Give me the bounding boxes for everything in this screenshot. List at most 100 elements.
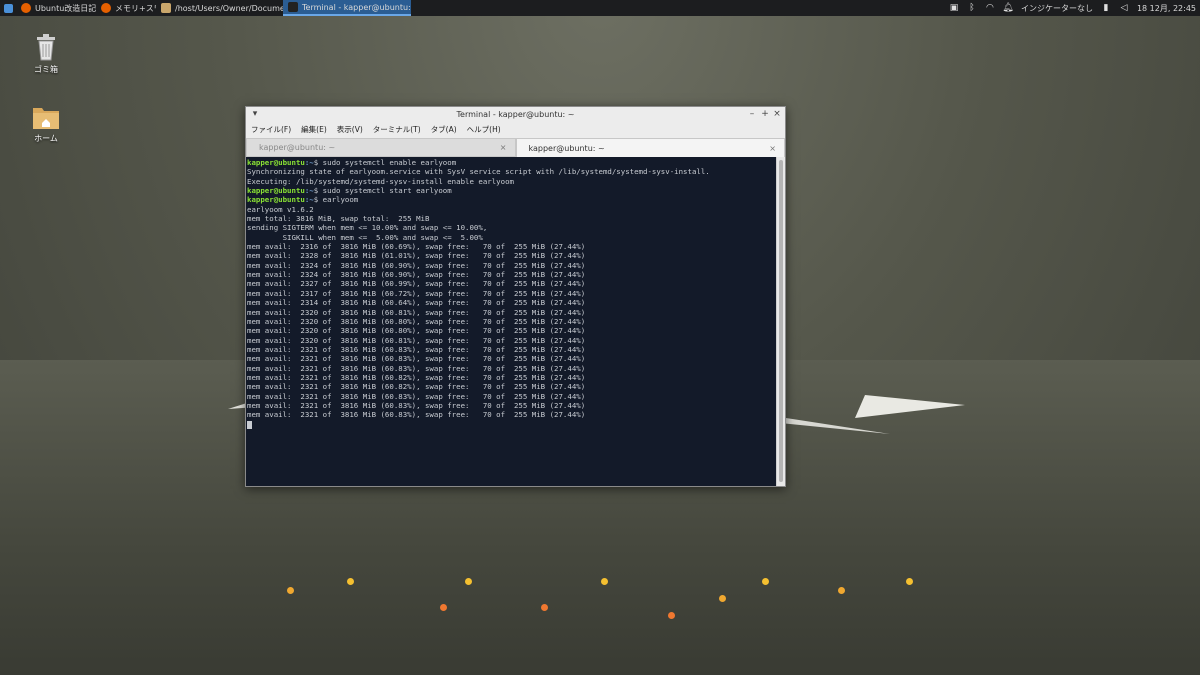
output-line: mem avail: 2316 of 3816 MiB (60.69%), sw… (247, 242, 776, 251)
line-text: $ earlyoom (313, 195, 359, 205)
tab-close-icon[interactable]: × (769, 144, 776, 153)
output-line: mem avail: 2314 of 3816 MiB (60.64%), sw… (247, 298, 776, 307)
line-text: mem avail: 2321 of 3816 MiB (60.82%), sw… (247, 382, 586, 392)
line-text: mem avail: 2317 of 3816 MiB (60.72%), sw… (247, 288, 586, 298)
line-text: mem avail: 2321 of 3816 MiB (60.83%), sw… (247, 354, 586, 364)
clock[interactable]: 18 12月, 22:45 (1137, 3, 1196, 14)
wallpaper-dot (541, 604, 548, 611)
line-text: Executing: /lib/systemd/systemd-sysv-ins… (247, 176, 514, 186)
window-titlebar[interactable]: ▾ Terminal - kapper@ubuntu: ~ – + × (246, 107, 785, 123)
desktop-icon-label: ホーム (34, 134, 58, 143)
taskbar-button[interactable]: Ubuntu改造日記 (16, 0, 96, 16)
output-line: mem avail: 2321 of 3816 MiB (60.82%), sw… (247, 373, 776, 382)
output-line: mem avail: 2321 of 3816 MiB (60.83%), sw… (247, 345, 776, 354)
line-text: $ sudo systemctl start earlyoom (313, 186, 452, 196)
output-line: mem avail: 2327 of 3816 MiB (60.99%), sw… (247, 279, 776, 288)
line-text: mem avail: 2324 of 3816 MiB (60.90%), sw… (247, 260, 586, 270)
wallpaper-dot (668, 612, 675, 619)
wallpaper-blade-right (770, 395, 965, 434)
line-text: mem avail: 2327 of 3816 MiB (60.99%), sw… (247, 279, 586, 289)
line-text: earlyoom v1.6.2 (247, 204, 314, 214)
terminal-output[interactable]: kapper@ubuntu:~$ sudo systemctl enable e… (246, 157, 776, 486)
line-text: mem avail: 2321 of 3816 MiB (60.83%), sw… (247, 363, 586, 373)
line-text: mem avail: 2320 of 3816 MiB (60.81%), sw… (247, 335, 586, 345)
prompt-dir: :~ (304, 158, 314, 167)
wallpaper-dot (440, 604, 447, 611)
desktop-icon-label: ゴミ箱 (34, 65, 58, 74)
tab-1[interactable]: kapper@ubuntu: ~ × (246, 138, 516, 157)
line-text: mem avail: 2320 of 3816 MiB (60.80%), sw… (247, 326, 586, 336)
notification-bell-icon[interactable]: 🔔︎ (1002, 3, 1013, 13)
wallpaper-dot (719, 595, 726, 602)
output-line: Synchronizing state of earlyoom.service … (247, 167, 776, 176)
line-text: mem avail: 2320 of 3816 MiB (60.80%), sw… (247, 316, 586, 326)
line-text: SIGKILL when mem <= 5.00% and swap <= 5.… (247, 232, 483, 242)
wallpaper-dot (287, 587, 294, 594)
menu-item[interactable]: 編集(E) (301, 124, 327, 135)
minimize-icon[interactable]: – (747, 109, 757, 119)
command-line: kapper@ubuntu:~$ earlyoom (247, 195, 776, 204)
line-text: mem avail: 2316 of 3816 MiB (60.69%), sw… (247, 242, 586, 252)
line-text: $ sudo systemctl enable earlyoom (313, 158, 457, 167)
wifi-icon[interactable]: ◠ (985, 3, 995, 13)
prompt-dir: :~ (304, 186, 314, 196)
taskbar-button[interactable]: /host/Users/Owner/Docume… (156, 0, 283, 16)
speaker-icon[interactable]: ◁ (1119, 3, 1129, 13)
prompt-dir: :~ (304, 195, 314, 205)
taskbar-label: /host/Users/Owner/Docume… (175, 3, 283, 13)
line-text: mem avail: 2324 of 3816 MiB (60.90%), sw… (247, 270, 586, 280)
output-line: mem avail: 2324 of 3816 MiB (60.90%), sw… (247, 270, 776, 279)
output-line: mem avail: 2328 of 3816 MiB (61.01%), sw… (247, 251, 776, 260)
tab-close-icon[interactable]: × (500, 143, 507, 152)
firefox-icon (101, 3, 111, 13)
terminal-icon (288, 2, 298, 12)
menu-item[interactable]: タブ(A) (431, 124, 457, 135)
line-text: sending SIGTERM when mem <= 10.00% and s… (247, 223, 488, 233)
terminal-scrollbar[interactable] (776, 157, 785, 486)
taskbar-label: Ubuntu改造日記 (35, 3, 96, 13)
scrollbar-thumb[interactable] (779, 160, 783, 482)
folder-icon (161, 3, 171, 13)
menu-item[interactable]: ターミナル(T) (373, 124, 421, 135)
cursor-line (247, 420, 776, 429)
output-line: mem avail: 2321 of 3816 MiB (60.83%), sw… (247, 401, 776, 410)
output-line: mem avail: 2317 of 3816 MiB (60.72%), sw… (247, 289, 776, 298)
output-line: mem total: 3816 MiB, swap total: 255 MiB (247, 214, 776, 223)
line-text: mem total: 3816 MiB, swap total: 255 MiB (247, 214, 430, 224)
bluetooth-icon[interactable]: ᛒ (967, 3, 977, 13)
output-line: earlyoom v1.6.2 (247, 205, 776, 214)
taskbar-label: メモリ+スワ… (115, 3, 156, 13)
line-text: mem avail: 2314 of 3816 MiB (60.64%), sw… (247, 298, 586, 308)
whisker-menu-icon (3, 3, 13, 13)
indicator-label[interactable]: インジケーターなし (1021, 3, 1093, 14)
battery-icon[interactable]: ▮ (1101, 3, 1111, 13)
desktop-icon-home[interactable]: ホーム (16, 104, 76, 144)
terminal-window: ▾ Terminal - kapper@ubuntu: ~ – + × ファイル… (245, 106, 786, 487)
menu-item[interactable]: ヘルプ(H) (467, 124, 501, 135)
desktop-icon-trash[interactable]: ゴミ箱 (16, 33, 76, 75)
menu-item[interactable]: 表示(V) (337, 124, 363, 135)
tab-2[interactable]: kapper@ubuntu: ~ × (515, 138, 785, 157)
taskbar-button[interactable]: メモリ+スワ… (96, 0, 156, 16)
screenshot-icon[interactable]: ▣ (949, 3, 959, 13)
task-list: Ubuntu改造日記 メモリ+スワ… /host/Users/Owner/Docum… (16, 0, 411, 16)
firefox-icon (21, 3, 31, 13)
tab-label: kapper@ubuntu: ~ (528, 143, 605, 153)
applications-menu-button[interactable] (0, 0, 16, 16)
trash-icon (35, 33, 57, 61)
maximize-icon[interactable]: + (760, 109, 770, 119)
prompt-user: kapper@ubuntu (247, 195, 305, 205)
output-line: mem avail: 2321 of 3816 MiB (60.82%), sw… (247, 382, 776, 391)
prompt-user: kapper@ubuntu (247, 186, 305, 196)
prompt-user: kapper@ubuntu (247, 158, 305, 167)
close-icon[interactable]: × (772, 109, 782, 119)
wallpaper-dot (906, 578, 913, 585)
wallpaper-dot (347, 578, 354, 585)
menu-item[interactable]: ファイル(F) (251, 124, 291, 135)
tab-bar: kapper@ubuntu: ~ × kapper@ubuntu: ~ × (246, 138, 785, 158)
taskbar-label: Terminal - kapper@ubuntu: ~ (302, 2, 411, 12)
taskbar-button[interactable]: Terminal - kapper@ubuntu: ~ (283, 0, 411, 16)
output-line: sending SIGTERM when mem <= 10.00% and s… (247, 223, 776, 232)
line-text: Synchronizing state of earlyoom.service … (247, 167, 710, 177)
output-line: mem avail: 2321 of 3816 MiB (60.83%), sw… (247, 354, 776, 363)
